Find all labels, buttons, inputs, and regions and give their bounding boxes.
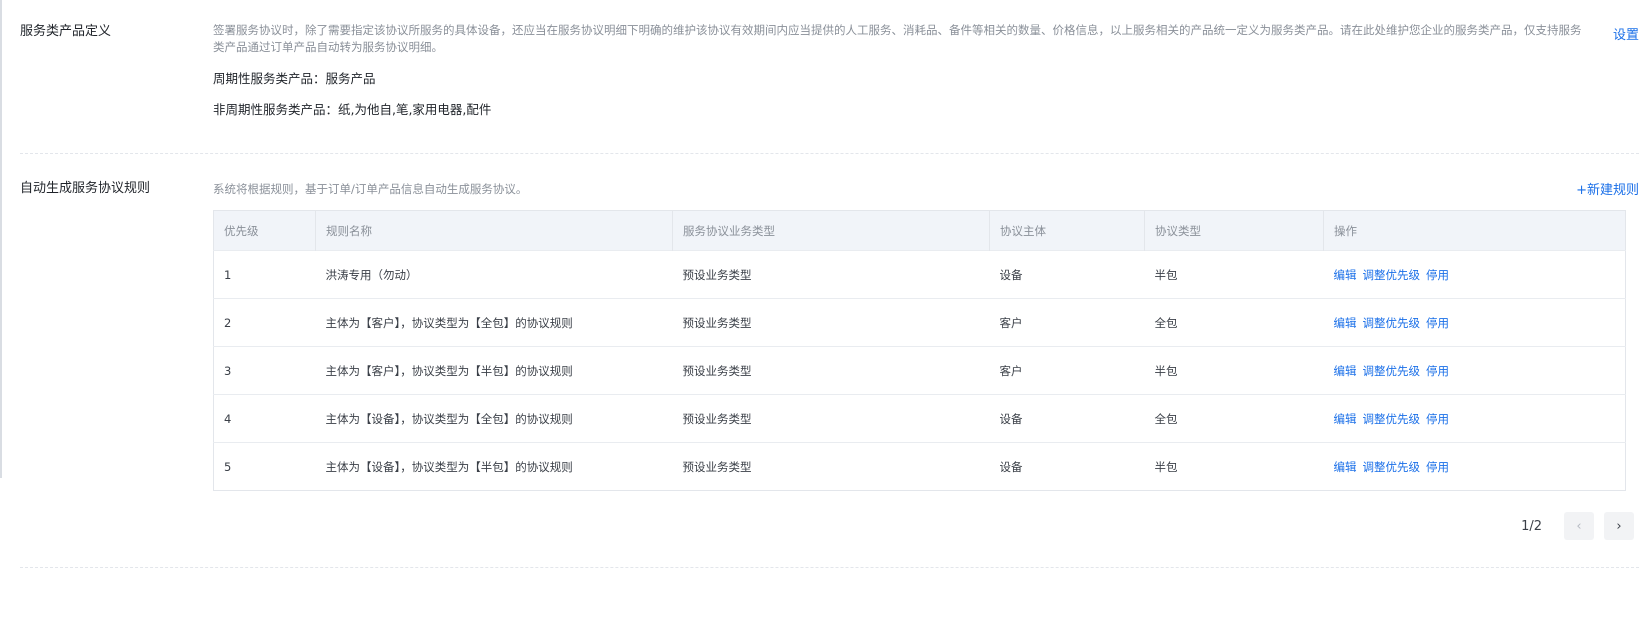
col-biz-type: 服务协议业务类型 bbox=[672, 210, 990, 251]
service-product-description: 签署服务协议时，除了需要指定该协议所服务的具体设备，还应当在服务协议明细下明确的… bbox=[213, 23, 1582, 54]
auto-rules-description: 系统将根据规则，基于订单/订单产品信息自动生成服务协议。 bbox=[213, 182, 528, 196]
table-row: 5 主体为【设备】，协议类型为【半包】的协议规则 预设业务类型 设备 半包 编辑… bbox=[213, 442, 1626, 491]
auto-rules-title: 自动生成服务协议规则 bbox=[20, 181, 151, 196]
col-rule-name: 规则名称 bbox=[315, 210, 673, 251]
cell-priority: 2 bbox=[213, 298, 316, 347]
new-rule-button[interactable]: +新建规则 bbox=[1576, 179, 1639, 198]
cell-rule-name: 洪涛专用（勿动） bbox=[315, 250, 673, 299]
chevron-right-icon: › bbox=[1616, 518, 1622, 534]
cell-priority: 1 bbox=[213, 250, 316, 299]
cell-subject: 设备 bbox=[989, 250, 1145, 299]
cell-subject: 设备 bbox=[989, 442, 1145, 491]
cell-type: 半包 bbox=[1144, 442, 1324, 491]
col-priority: 优先级 bbox=[213, 210, 316, 251]
table-header-row: 优先级 规则名称 服务协议业务类型 协议主体 协议类型 操作 bbox=[213, 210, 1626, 251]
cell-rule-name: 主体为【客户】，协议类型为【全包】的协议规则 bbox=[315, 298, 673, 347]
non-periodic-products: 非周期性服务类产品：纸,为他自,笔,家用电器,配件 bbox=[213, 102, 492, 117]
cell-subject: 客户 bbox=[989, 346, 1145, 395]
pagination: 1/2 ‹ › bbox=[1521, 512, 1634, 540]
cell-biz-type: 预设业务类型 bbox=[672, 298, 990, 347]
cell-actions: 编辑 调整优先级 停用 bbox=[1323, 346, 1626, 395]
disable-link[interactable]: 停用 bbox=[1426, 316, 1449, 330]
service-product-title: 服务类产品定义 bbox=[20, 24, 112, 39]
adjust-priority-link[interactable]: 调整优先级 bbox=[1363, 268, 1421, 282]
cell-rule-name: 主体为【客户】，协议类型为【半包】的协议规则 bbox=[315, 346, 673, 395]
service-product-section: 服务类产品定义 签署服务协议时，除了需要指定该协议所服务的具体设备，还应当在服务… bbox=[20, 0, 1639, 154]
adjust-priority-link[interactable]: 调整优先级 bbox=[1363, 364, 1421, 378]
table-row: 2 主体为【客户】，协议类型为【全包】的协议规则 预设业务类型 客户 全包 编辑… bbox=[213, 298, 1626, 347]
cell-subject: 设备 bbox=[989, 394, 1145, 443]
edit-link[interactable]: 编辑 bbox=[1334, 460, 1357, 474]
cell-subject: 客户 bbox=[989, 298, 1145, 347]
table-row: 3 主体为【客户】，协议类型为【半包】的协议规则 预设业务类型 客户 半包 编辑… bbox=[213, 346, 1626, 395]
cell-type: 全包 bbox=[1144, 298, 1324, 347]
cell-rule-name: 主体为【设备】，协议类型为【全包】的协议规则 bbox=[315, 394, 673, 443]
auto-rules-section: 自动生成服务协议规则 系统将根据规则，基于订单/订单产品信息自动生成服务协议。 … bbox=[20, 154, 1639, 568]
cell-priority: 5 bbox=[213, 442, 316, 491]
edit-link[interactable]: 编辑 bbox=[1334, 316, 1357, 330]
cell-type: 半包 bbox=[1144, 250, 1324, 299]
next-page-button[interactable]: › bbox=[1604, 512, 1634, 540]
periodic-products: 周期性服务类产品：服务产品 bbox=[213, 71, 376, 86]
cell-rule-name: 主体为【设备】，协议类型为【半包】的协议规则 bbox=[315, 442, 673, 491]
edit-link[interactable]: 编辑 bbox=[1334, 364, 1357, 378]
col-subject: 协议主体 bbox=[989, 210, 1145, 251]
cell-biz-type: 预设业务类型 bbox=[672, 442, 990, 491]
left-border bbox=[0, 0, 2, 478]
cell-type: 全包 bbox=[1144, 394, 1324, 443]
adjust-priority-link[interactable]: 调整优先级 bbox=[1363, 316, 1421, 330]
rules-table: 优先级 规则名称 服务协议业务类型 协议主体 协议类型 操作 1 洪涛专用（勿动… bbox=[213, 210, 1626, 491]
edit-link[interactable]: 编辑 bbox=[1334, 268, 1357, 282]
cell-type: 半包 bbox=[1144, 346, 1324, 395]
cell-biz-type: 预设业务类型 bbox=[672, 394, 990, 443]
col-actions: 操作 bbox=[1323, 210, 1626, 251]
col-type: 协议类型 bbox=[1144, 210, 1324, 251]
disable-link[interactable]: 停用 bbox=[1426, 364, 1449, 378]
adjust-priority-link[interactable]: 调整优先级 bbox=[1363, 460, 1421, 474]
setting-link[interactable]: 设置 bbox=[1613, 24, 1639, 43]
prev-page-button[interactable]: ‹ bbox=[1564, 512, 1594, 540]
cell-actions: 编辑 调整优先级 停用 bbox=[1323, 442, 1626, 491]
cell-actions: 编辑 调整优先级 停用 bbox=[1323, 250, 1626, 299]
cell-priority: 3 bbox=[213, 346, 316, 395]
page-indicator: 1/2 bbox=[1521, 518, 1542, 534]
disable-link[interactable]: 停用 bbox=[1426, 460, 1449, 474]
table-row: 4 主体为【设备】，协议类型为【全包】的协议规则 预设业务类型 设备 全包 编辑… bbox=[213, 394, 1626, 443]
chevron-left-icon: ‹ bbox=[1576, 518, 1582, 534]
table-row: 1 洪涛专用（勿动） 预设业务类型 设备 半包 编辑 调整优先级 停用 bbox=[213, 250, 1626, 299]
edit-link[interactable]: 编辑 bbox=[1334, 412, 1357, 426]
cell-biz-type: 预设业务类型 bbox=[672, 250, 990, 299]
adjust-priority-link[interactable]: 调整优先级 bbox=[1363, 412, 1421, 426]
cell-actions: 编辑 调整优先级 停用 bbox=[1323, 394, 1626, 443]
disable-link[interactable]: 停用 bbox=[1426, 412, 1449, 426]
cell-priority: 4 bbox=[213, 394, 316, 443]
cell-actions: 编辑 调整优先级 停用 bbox=[1323, 298, 1626, 347]
disable-link[interactable]: 停用 bbox=[1426, 268, 1449, 282]
cell-biz-type: 预设业务类型 bbox=[672, 346, 990, 395]
